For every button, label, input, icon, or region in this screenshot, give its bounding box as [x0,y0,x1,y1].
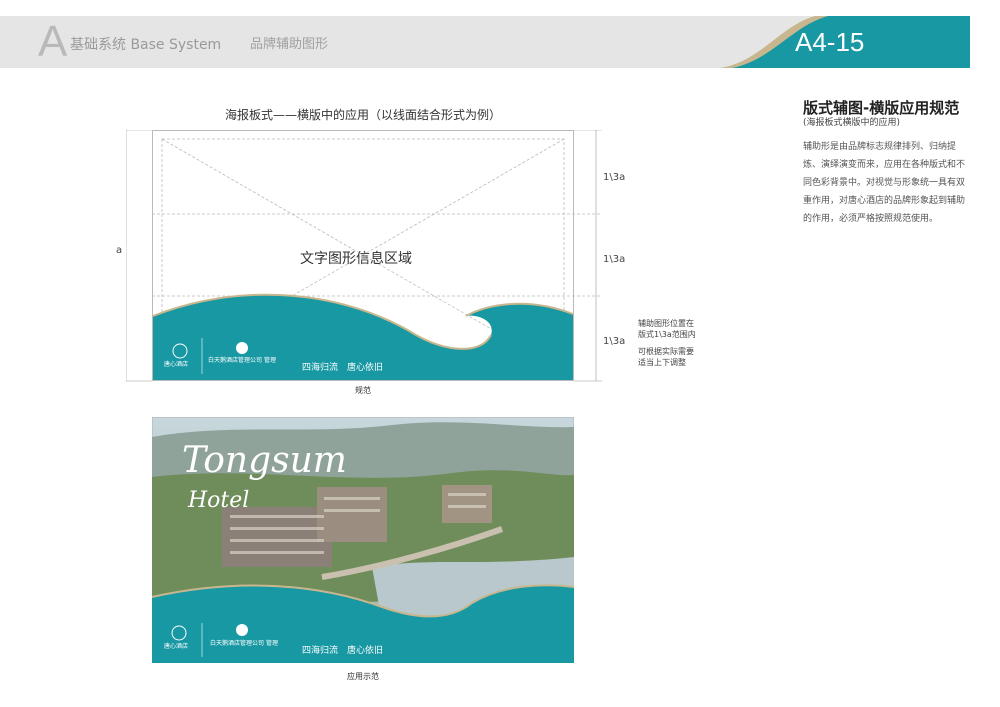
dim-third-label: 1\3a [603,172,626,183]
section-title: 基础系统 Base System [70,37,222,53]
subsection-title: 品牌辅助图形 [250,37,329,52]
brand-name-cn: 唐心酒店 [164,643,189,650]
dim-third-label: 1\3a [603,336,626,347]
company-name: 白天鹅酒店管理公司 管理 [208,357,276,364]
dim-total-label: a [116,245,123,256]
diagram-caption: 规范 [355,386,371,395]
poster-title-line1: Tongsum [182,440,347,481]
poster-title-line2: Hotel [188,488,250,513]
position-note: 辅助图形位置在 版式1\3a范围内 可根据实际需要 适当上下调整 [638,319,696,367]
panel-body: 辅助形是由品牌标志规律排列、归纳提炼、演绎演变而来，应用在各种版式和不同色彩背景… [803,142,966,224]
page-code: A4-15 [795,27,865,57]
dim-third-label: 1\3a [603,254,626,265]
company-name: 白天鹅酒店管理公司 管理 [210,640,278,647]
section-letter: A [38,17,68,66]
photo-caption: 应用示范 [347,672,379,681]
diagram-title: 海报板式——横版中的应用（以线面结合形式为例） [224,108,501,122]
text-area-label: 文字图形信息区域 [300,251,412,267]
poster-slogan: 四海归流 唐心依旧 [302,646,384,656]
brand-name-cn: 唐心酒店 [164,361,189,368]
poster-slogan: 四海归流 唐心依旧 [302,363,384,373]
panel-subtitle: (海报板式横版中的应用) [803,118,901,128]
